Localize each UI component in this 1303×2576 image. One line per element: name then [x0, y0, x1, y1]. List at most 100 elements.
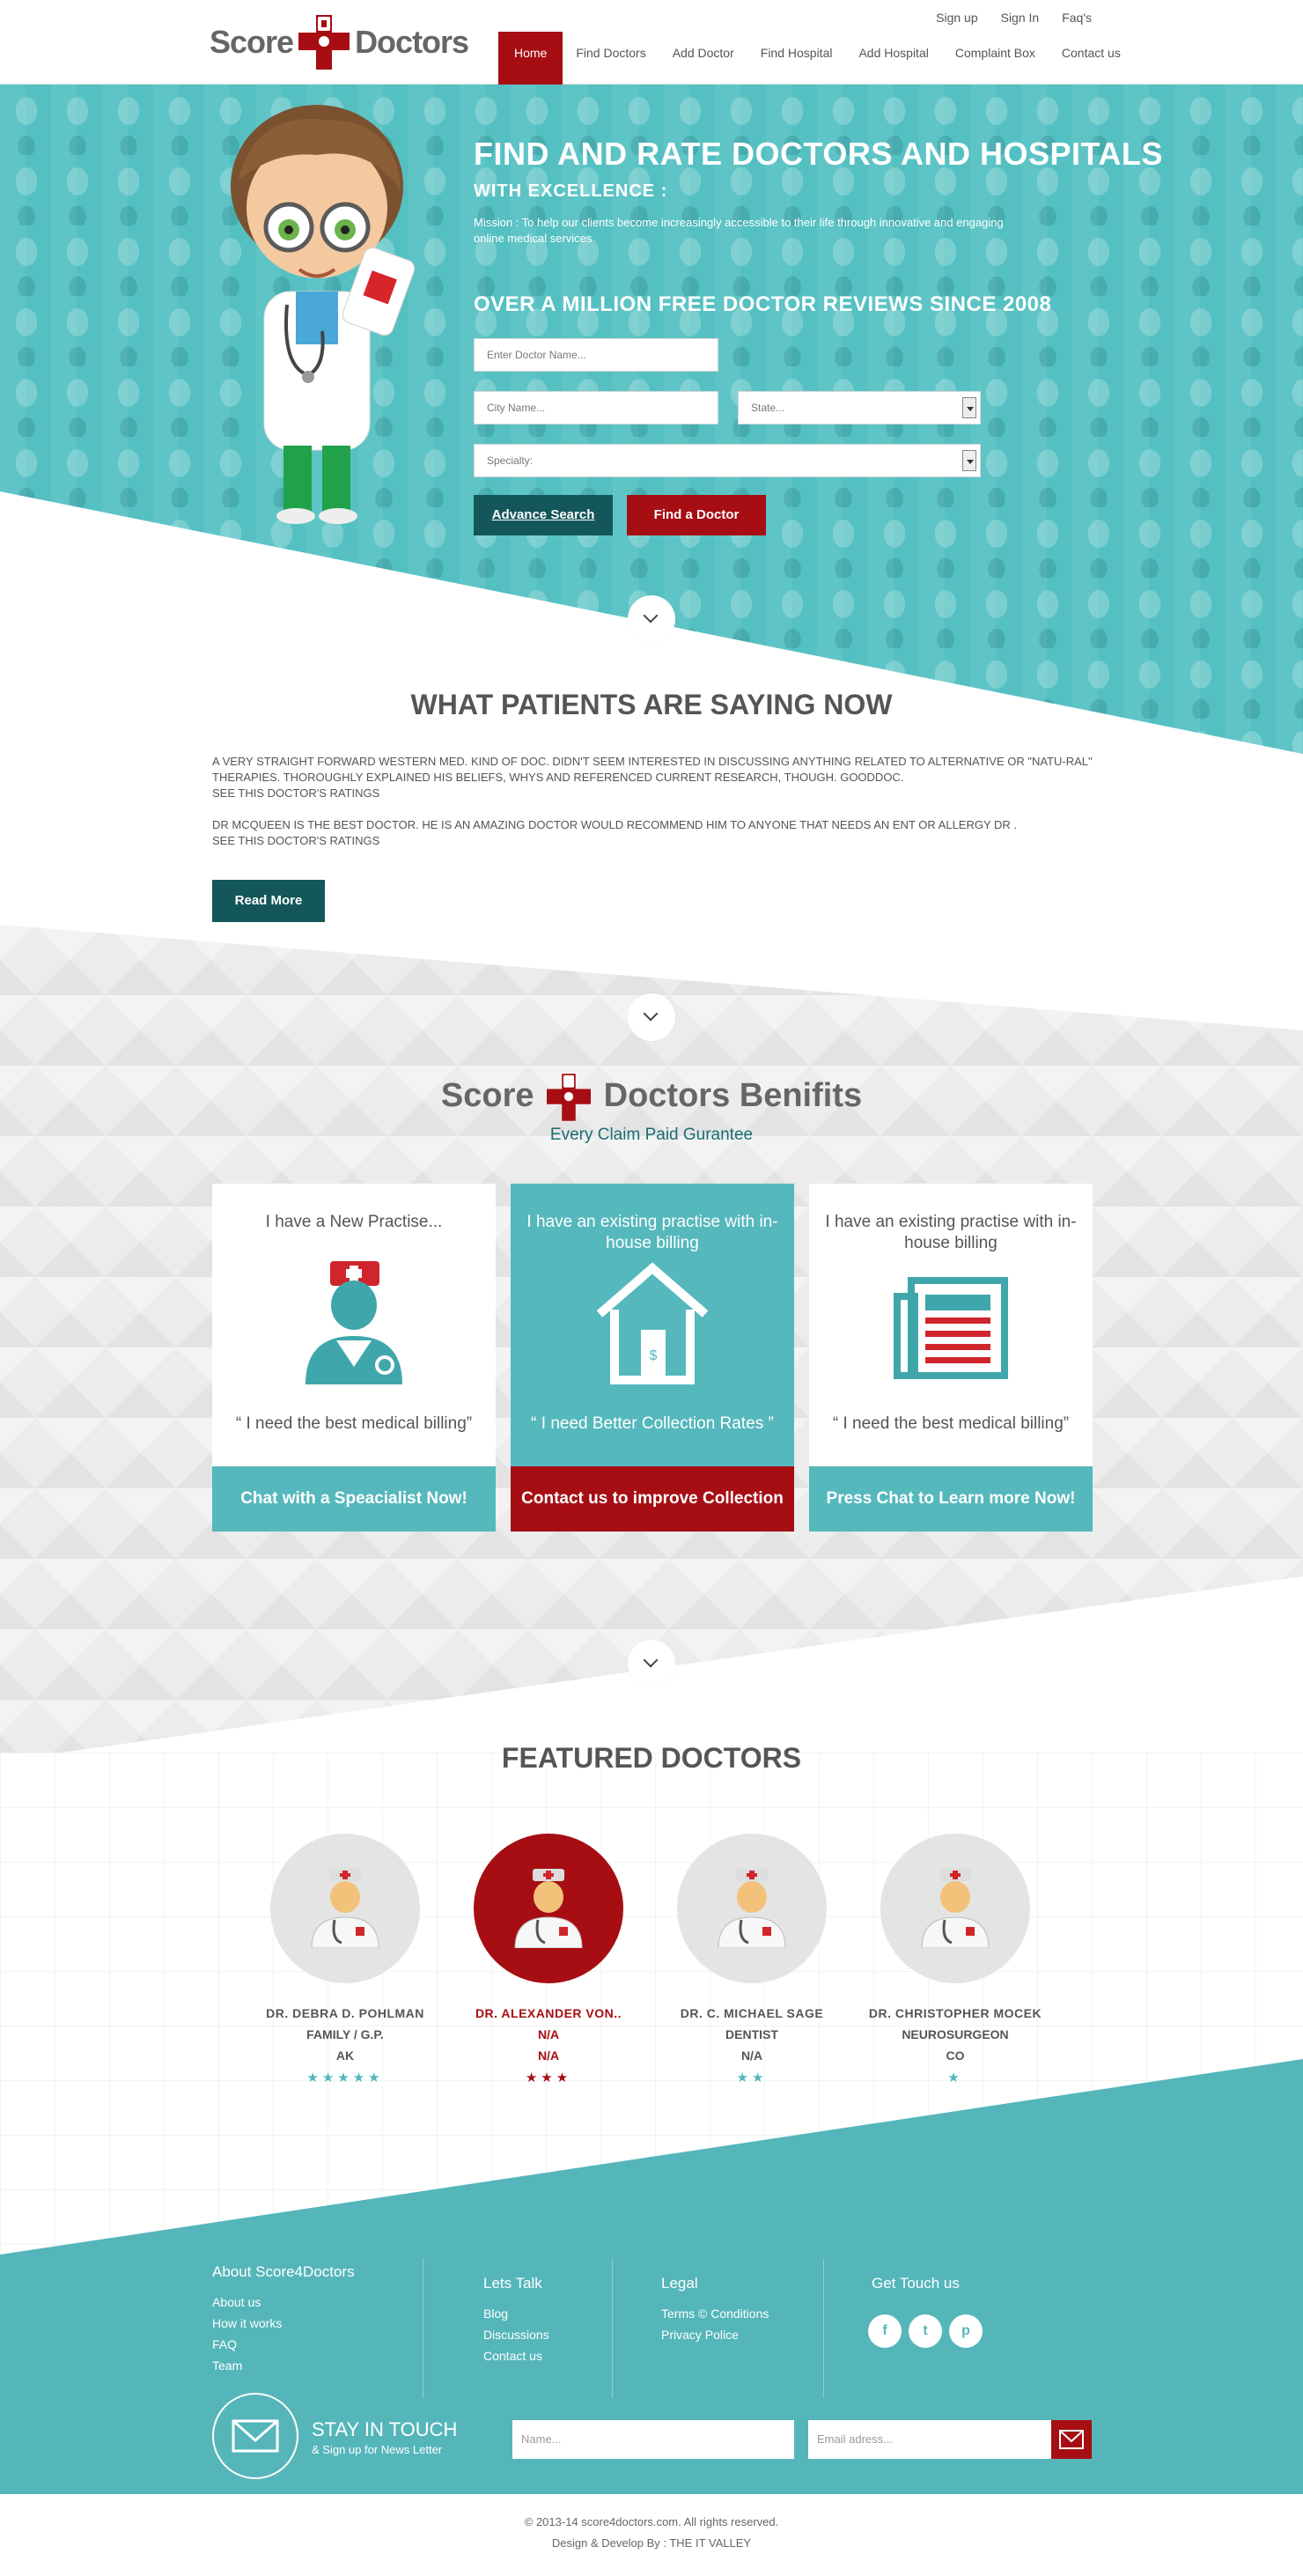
featured-doctor-card[interactable]: DR. C. MICHAEL SAGE DENTIST N/A ★★ — [664, 1834, 840, 2085]
contact-improve-collection-button[interactable]: Contact us to improve Collection — [511, 1466, 794, 1532]
main-nav: Home Find Doctors Add Doctor Find Hospit… — [498, 32, 1134, 85]
doctor-location: N/A — [537, 2048, 560, 2063]
doctor-mascot-illustration — [231, 105, 416, 524]
footer-link[interactable]: About us — [212, 2295, 355, 2309]
newsletter-name-input[interactable]: Name... — [512, 2420, 794, 2459]
featured-doctor-card[interactable]: DR. CHRISTOPHER MOCEK NEUROSURGEON CO ★ — [867, 1834, 1043, 2085]
review-item: A VERY STRAIGHT FORWARD WESTERN MED. KIN… — [212, 754, 1093, 801]
scroll-down-icon[interactable] — [628, 595, 675, 643]
doctor-avatar-icon — [921, 1869, 990, 1948]
logo-word-score: Score — [210, 24, 294, 60]
doctor-location: CO — [946, 2048, 965, 2063]
nav-complaint-box[interactable]: Complaint Box — [942, 32, 1049, 85]
footer-link[interactable]: Discussions — [483, 2328, 549, 2342]
medical-cross-icon — [547, 1074, 592, 1121]
doctor-name-input[interactable]: Enter Doctor Name... — [474, 338, 718, 372]
advance-search-button[interactable]: Advance Search — [474, 495, 613, 535]
featured-doctor-card[interactable]: DR. ALEXANDER VON.. N/A N/A ★★★ — [460, 1834, 637, 2085]
footer-link[interactable]: Contact us — [483, 2349, 549, 2363]
footer-legal-title: Legal — [661, 2275, 698, 2292]
rating-stars: ★ — [947, 2070, 963, 2085]
rating-stars: ★★ — [736, 2070, 768, 2085]
footer-link[interactable]: Team — [212, 2358, 355, 2373]
footer-touch-column: Get Touch us — [872, 2275, 960, 2307]
nav-find-hospital[interactable]: Find Hospital — [747, 32, 846, 85]
nav-home[interactable]: Home — [498, 32, 563, 85]
footer-link[interactable]: Privacy Police — [661, 2328, 769, 2342]
newsletter-email-input[interactable]: Email adress... — [808, 2420, 1051, 2459]
patients-section-title: WHAT PATIENTS ARE SAYING NOW — [410, 689, 893, 720]
nav-add-doctor[interactable]: Add Doctor — [659, 32, 747, 85]
nav-contact[interactable]: Contact us — [1049, 32, 1134, 85]
doctor-name: DR. DEBRA D. POHLMAN — [266, 2006, 424, 2020]
hero-mission: Mission : To help our clients become inc… — [474, 216, 1004, 245]
house-icon: $ — [596, 1262, 709, 1384]
twitter-glyph: t — [923, 2323, 928, 2338]
chat-specialist-button[interactable]: Chat with a Speacialist Now! — [212, 1466, 496, 1532]
benefits-logo: Score Doctors Benifits — [0, 1073, 1303, 1122]
doctor-avatar — [474, 1834, 623, 1983]
envelope-icon — [1059, 2430, 1084, 2449]
svg-text:$: $ — [650, 1348, 658, 1363]
state-select[interactable]: State... — [738, 391, 981, 424]
nav-find-doctors[interactable]: Find Doctors — [563, 32, 659, 85]
benefit-card-existing-billing: I have an existing practise with in-hous… — [809, 1184, 1093, 1532]
see-ratings-link[interactable]: SEE THIS DOCTOR'S RATINGS — [212, 786, 379, 800]
nav-add-hospital[interactable]: Add Hospital — [845, 32, 941, 85]
press-chat-button[interactable]: Press Chat to Learn more Now! — [809, 1466, 1093, 1532]
copyright-bar: © 2013-14 score4doctors.com. All rights … — [0, 2494, 1303, 2576]
scroll-down-icon[interactable] — [628, 993, 675, 1041]
read-more-button[interactable]: Read More — [212, 880, 325, 922]
card-title: I have an existing practise with in-hous… — [825, 1213, 1077, 1252]
featured-section-title: FEATURED DOCTORS — [501, 1742, 802, 1774]
doctor-avatar — [677, 1834, 827, 1983]
credit-text: Design & Develop By : THE IT VALLEY — [551, 2536, 752, 2550]
medical-cross-icon — [298, 15, 350, 70]
chevron-down-icon — [962, 450, 976, 471]
footer-touch-title: Get Touch us — [872, 2275, 960, 2292]
doctor-location: AK — [335, 2048, 355, 2063]
doctor-avatar — [880, 1834, 1030, 1983]
stay-in-touch-subtitle: & Sign up for News Letter — [312, 2443, 443, 2456]
see-ratings-link[interactable]: SEE THIS DOCTOR'S RATINGS — [212, 834, 379, 847]
site-logo[interactable]: Score Doctors — [210, 14, 469, 70]
specialty-select[interactable]: Specialty: — [474, 444, 981, 477]
city-name-input[interactable]: City Name... — [474, 391, 718, 424]
doctor-location: N/A — [740, 2048, 763, 2063]
stay-in-touch-title: STAY IN TOUCH — [312, 2418, 458, 2440]
rating-stars: ★★★ — [525, 2070, 572, 2085]
rating-stars: ★★★★★ — [306, 2070, 384, 2085]
card-quote: “ I need the best medical billing” — [235, 1414, 473, 1433]
doctor-name: DR. ALEXANDER VON.. — [475, 2006, 622, 2020]
doctor-avatar-icon — [311, 1869, 379, 1948]
state-select-label: State... — [751, 402, 785, 414]
benefit-card-new-practise: I have a New Practise... “ I need the be… — [212, 1184, 496, 1532]
footer-link[interactable]: FAQ — [212, 2337, 355, 2351]
patient-reviews: A VERY STRAIGHT FORWARD WESTERN MED. KIN… — [212, 754, 1093, 865]
benefits-subtitle: Every Claim Paid Gurantee — [549, 1126, 754, 1144]
faq-link[interactable]: Faq's — [1062, 11, 1092, 25]
facebook-icon[interactable]: f — [868, 2314, 902, 2348]
doctor-name: DR. C. MICHAEL SAGE — [680, 2006, 824, 2020]
doctor-avatar-icon — [718, 1869, 786, 1948]
specialty-select-label: Specialty: — [487, 454, 534, 467]
find-doctor-button[interactable]: Find a Doctor — [627, 495, 766, 535]
doctor-avatar-icon — [514, 1869, 583, 1948]
top-links: Sign up Sign In Faq's — [936, 11, 1092, 25]
footer-link[interactable]: Terms © Conditions — [661, 2307, 769, 2321]
site-header: Score Doctors Sign up Sign In Faq's Home… — [0, 0, 1303, 85]
footer-link[interactable]: Blog — [483, 2307, 549, 2321]
newspaper-icon — [894, 1277, 1008, 1379]
twitter-icon[interactable]: t — [909, 2314, 942, 2348]
review-item: DR MCQUEEN IS THE BEST DOCTOR. HE IS AN … — [212, 817, 1093, 849]
card-title: I have a New Practise... — [265, 1213, 443, 1231]
signup-link[interactable]: Sign up — [936, 11, 977, 25]
featured-doctor-card[interactable]: DR. DEBRA D. POHLMAN FAMILY / G.P. AK ★★… — [257, 1834, 433, 2085]
pinterest-icon[interactable]: p — [949, 2314, 983, 2348]
hero-section: FIND AND RATE DOCTORS AND HOSPITALS WITH… — [0, 85, 1303, 754]
newsletter-submit-button[interactable] — [1051, 2420, 1092, 2459]
scroll-down-icon[interactable] — [628, 1640, 675, 1687]
footer-link[interactable]: How it works — [212, 2316, 355, 2330]
signin-link[interactable]: Sign In — [1001, 11, 1040, 25]
footer-legal-column: Legal Terms © Conditions Privacy Police — [661, 2275, 769, 2349]
